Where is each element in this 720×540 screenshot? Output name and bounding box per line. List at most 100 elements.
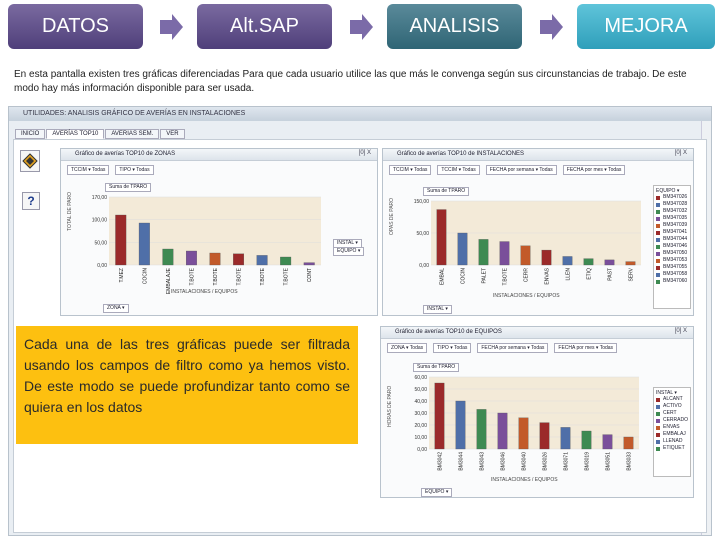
y-axis-label: OPAS DE PARO (389, 197, 395, 235)
bar (497, 412, 508, 450)
legend-swatch (656, 272, 660, 277)
bar (280, 256, 292, 266)
legend-swatch (656, 195, 660, 200)
legend-item[interactable]: LLENAD (656, 438, 688, 445)
legend-item[interactable]: ALCANT (656, 396, 688, 403)
tab-inicio[interactable]: INICIO (15, 129, 46, 139)
panel-controls[interactable]: [0] X (675, 328, 687, 334)
bar (185, 250, 197, 266)
legend-item[interactable]: BM347060 (656, 278, 688, 285)
x-tick-label: T.BOTE (284, 267, 290, 285)
legend-label: BM347060 (663, 278, 688, 284)
filter-tccim[interactable]: TCCIM ▾ Todas (67, 165, 110, 175)
filter-fecha-mes[interactable]: FECHA por mes ▾ Todas (562, 165, 626, 175)
legend-item[interactable]: BM347050 (656, 250, 688, 257)
bar (602, 434, 613, 450)
x-tick-label: T.MEZ (119, 268, 125, 282)
chart-svg: 60,00 50,00 40,00 30,00 20,00 10,00 0,00 BM3042… (414, 375, 639, 471)
legend-label: BM347044 (663, 236, 688, 242)
x-tick-label: LLEN (566, 268, 572, 281)
legend-label: BM347026 (663, 194, 688, 200)
panel-controls[interactable]: [0] X (675, 150, 687, 156)
legend-item[interactable]: BM347028 (656, 201, 688, 208)
legend-item[interactable]: BM347046 (656, 243, 688, 250)
legend-item[interactable]: ETIQUET (656, 445, 688, 452)
legend-label: BM347028 (663, 201, 688, 207)
bar (162, 248, 174, 266)
legend-item[interactable]: BM347032 (656, 208, 688, 215)
legend-item[interactable]: BM347058 (656, 271, 688, 278)
tab-averias-sem[interactable]: AVERIAS SEM. (105, 129, 160, 139)
legend-swatch (656, 244, 660, 249)
bar (457, 232, 468, 266)
filter-fecha-semana[interactable]: FECHA por semana ▾ Todas (485, 165, 557, 175)
legend-item[interactable]: BM347035 (656, 215, 688, 222)
legend-label: BM347035 (663, 215, 688, 221)
legend-instal: INSTAL ▾ ALCANT ACTIVO CERT CERRADO ENVAS EMB… (653, 387, 691, 477)
selector-equipo[interactable]: EQUIPO ▾ (333, 247, 365, 256)
x-axis-label: INSTALACIONES / EQUIPOS (491, 477, 558, 483)
legend-swatch (656, 251, 660, 256)
x-tick-label: BM3019 (585, 452, 591, 471)
x-tick-label: T.BOTE (213, 267, 219, 285)
legend-item[interactable]: BM347026 (656, 194, 688, 201)
panel-equipos: Gráfico de averías TOP10 de EQUIPOS [0] X… (380, 326, 694, 498)
bar (541, 249, 552, 266)
legend-item[interactable]: ACTIVO (656, 403, 688, 410)
filter-tccim-2[interactable]: TCCIM ▾ Todas (437, 165, 480, 175)
selector-equipo[interactable]: EQUIPO ▾ (421, 488, 453, 497)
legend-item[interactable]: BM347044 (656, 236, 688, 243)
legend-swatch (656, 439, 660, 444)
legend-item[interactable]: BM347053 (656, 257, 688, 264)
panel-instalaciones: Gráfico de averías TOP10 de INSTALACIONE… (382, 148, 694, 316)
legend-label: LLENAD (663, 438, 683, 444)
panel-controls[interactable]: [0] X (359, 150, 371, 156)
selector-instal[interactable]: INSTAL ▾ (423, 305, 452, 314)
help-button[interactable]: ? (22, 192, 40, 210)
filter-tccim[interactable]: TCCIM ▾ Todas (389, 165, 432, 175)
legend-item[interactable]: CERRADO (656, 417, 688, 424)
x-tick-label: COCIN (142, 268, 148, 285)
x-tick-label: CONT (307, 268, 313, 282)
x-tick-label: EMBAL (440, 268, 446, 285)
bar (583, 258, 594, 266)
legend-swatch (656, 279, 660, 284)
bar (623, 436, 634, 450)
legend-item[interactable]: EMBALAJ (656, 431, 688, 438)
panel-zonas-title: Gráfico de averías TOP10 de ZONAS [0] X (61, 149, 377, 161)
bar (478, 239, 489, 266)
legend-item[interactable]: BM347055 (656, 264, 688, 271)
callout-box: Cada una de las tres gráficas puede ser … (16, 326, 358, 444)
selector-zona[interactable]: ZONA ▾ (103, 304, 129, 313)
y-axis-label: TOTAL DE PARO (67, 192, 73, 231)
legend-swatch (656, 230, 660, 235)
step-datos: DATOS (8, 4, 143, 49)
tab-bar: INICIO AVERÍAS TOP10 AVERIAS SEM. VER (15, 129, 185, 139)
bar (476, 409, 487, 450)
filter-tipo[interactable]: TIPO ▾ Todas (433, 343, 472, 353)
legend-item[interactable]: BM347039 (656, 222, 688, 229)
x-tick-label: BM3026 (543, 452, 549, 471)
x-tick-label: BM3051 (606, 452, 612, 471)
legend-swatch (656, 202, 660, 207)
filter-fecha-semana[interactable]: FECHA por semana ▾ Todas (477, 343, 549, 353)
chart-instalaciones: 150,00 50,00 0,00 EMBAL COCIN PALET T.BOTE CERR… (397, 193, 647, 299)
panel-equipos-title: Gráfico de averías TOP10 de EQUIPOS [0] X (381, 327, 693, 339)
legend-label: BM347041 (663, 229, 688, 235)
legend-swatch (656, 397, 660, 402)
y-tick-label: 0,00 (417, 447, 427, 453)
legend-item[interactable]: CERT (656, 410, 688, 417)
step-mejora: MEJORA (577, 4, 715, 49)
arrow-right-icon (348, 12, 374, 42)
bar (539, 422, 550, 450)
logo-icon[interactable] (20, 150, 40, 172)
legend-item[interactable]: BM347041 (656, 229, 688, 236)
legend-item[interactable]: ENVAS (656, 424, 688, 431)
filter-zona[interactable]: ZONA ▾ Todas (387, 343, 428, 353)
y-tick-label: 150,00 (414, 199, 430, 205)
filter-tipo[interactable]: TIPO ▾ Todas (115, 165, 154, 175)
tab-averias-top10[interactable]: AVERÍAS TOP10 (46, 129, 105, 139)
bar (233, 253, 245, 266)
filter-fecha-mes[interactable]: FECHA por mes ▾ Todas (554, 343, 618, 353)
tab-ver[interactable]: VER (160, 129, 185, 139)
